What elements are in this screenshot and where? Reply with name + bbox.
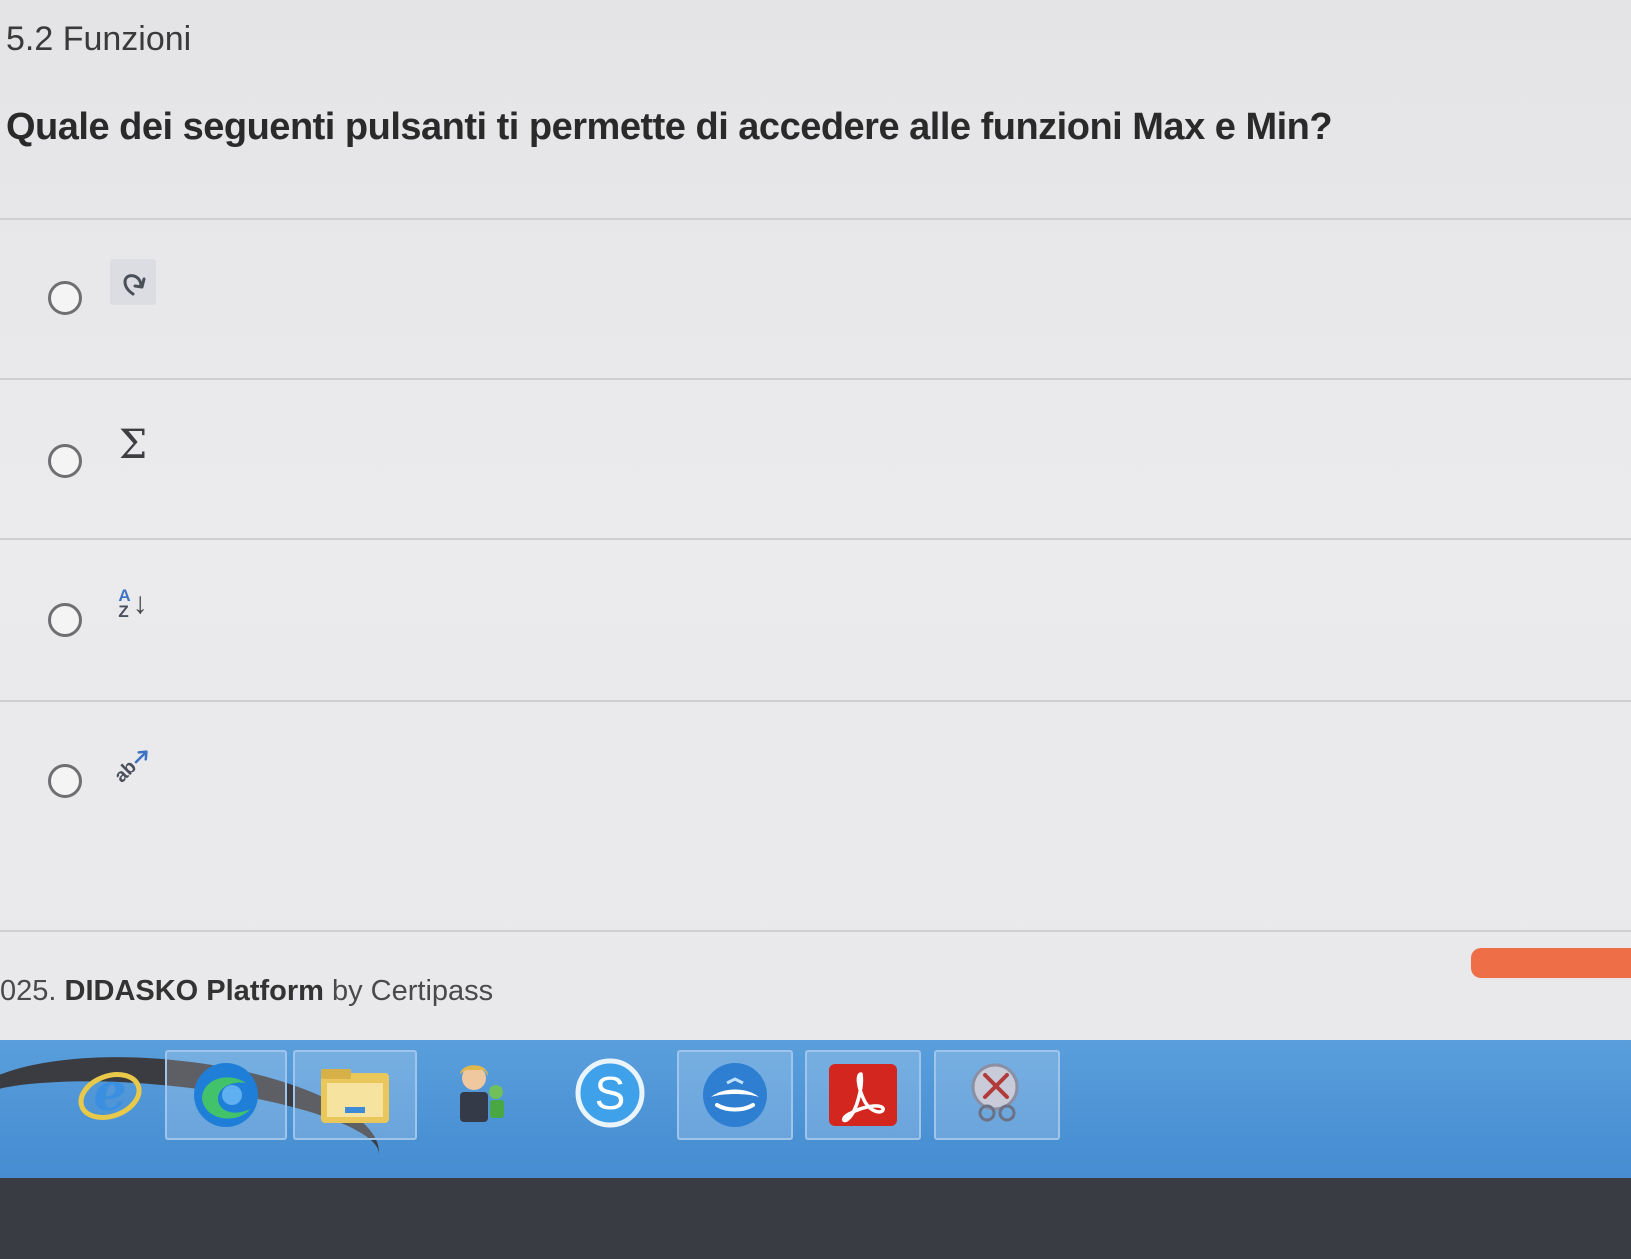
divider	[0, 700, 1631, 702]
redo-arrow-icon	[110, 259, 156, 305]
option-2[interactable]: Σ	[48, 422, 156, 484]
internet-explorer-icon[interactable]: e	[55, 1050, 165, 1136]
orientation-ab-icon: ab	[110, 742, 156, 788]
sigma-glyph: Σ	[118, 422, 148, 468]
sort-letter-z: Z	[118, 602, 129, 621]
divider	[0, 538, 1631, 540]
sort-az-icon: A Z ↓	[110, 581, 156, 627]
sort-arrow: ↓	[132, 587, 148, 620]
divider	[0, 218, 1631, 220]
option-1[interactable]	[48, 259, 156, 321]
radio-button[interactable]	[48, 444, 82, 478]
divider	[0, 378, 1631, 380]
radio-button[interactable]	[48, 603, 82, 637]
footer: 025. DIDASKO Platform by Certipass	[0, 975, 493, 1008]
progress-bar	[1471, 948, 1631, 978]
footer-year: 025.	[0, 975, 65, 1007]
divider	[0, 930, 1631, 932]
svg-text:e: e	[93, 1062, 126, 1123]
acrobat-icon[interactable]	[805, 1050, 921, 1140]
svg-text:S: S	[595, 1067, 626, 1119]
section-title: 5.2 Funzioni	[6, 20, 192, 58]
option-3[interactable]: A Z ↓	[48, 587, 156, 643]
thunderbird-icon[interactable]	[677, 1050, 793, 1140]
edge-icon[interactable]	[165, 1050, 287, 1140]
users-icon[interactable]	[430, 1050, 530, 1136]
file-explorer-icon[interactable]	[293, 1050, 417, 1140]
snipping-tool-icon[interactable]	[934, 1050, 1060, 1140]
option-4[interactable]: ab	[48, 750, 156, 804]
skype-icon[interactable]: S	[560, 1050, 660, 1136]
footer-brand: DIDASKO Platform	[64, 975, 324, 1007]
question-text: Quale dei seguenti pulsanti ti permette …	[6, 106, 1333, 148]
footer-suffix: by Certipass	[323, 975, 494, 1007]
radio-button[interactable]	[48, 281, 82, 315]
radio-button[interactable]	[48, 764, 82, 798]
sigma-autosum-icon: Σ	[110, 422, 156, 468]
